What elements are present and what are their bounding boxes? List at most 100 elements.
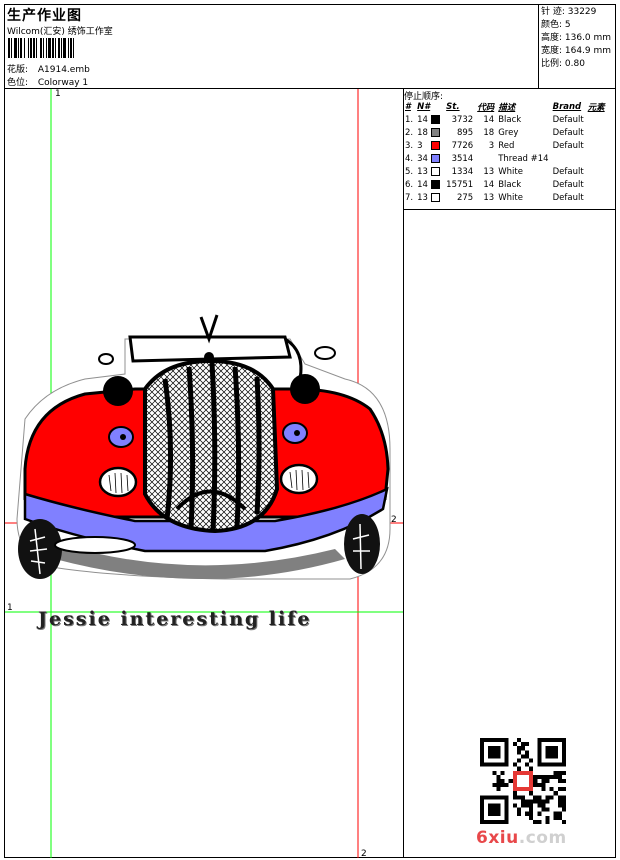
qr-module xyxy=(529,815,534,820)
col-needle: N# xyxy=(417,101,431,112)
color-swatch xyxy=(431,166,441,176)
qr-module xyxy=(545,795,550,800)
qr-module xyxy=(529,811,534,816)
qr-module xyxy=(537,803,542,808)
site-logo-text: 6xiu xyxy=(476,828,519,848)
software-label: Wilcom(汇安) 绣饰工作室 xyxy=(7,27,113,37)
row-index: 6. xyxy=(405,179,414,190)
row-brand: Default xyxy=(552,166,584,177)
qr-module xyxy=(553,811,558,816)
qr-module xyxy=(561,770,566,775)
row-brand: Default xyxy=(552,192,584,203)
row-element xyxy=(586,126,607,139)
qr-module xyxy=(516,811,521,816)
table-row: 3. 3 7726 3 Red Default xyxy=(403,139,607,152)
row-stitches: 15751 xyxy=(446,179,474,190)
qr-module xyxy=(516,795,521,800)
embroidery-preview: 1 2 1 2 xyxy=(5,89,403,858)
row-description: White xyxy=(498,166,523,177)
design-stats: 针 迹: 33229 颜色: 5 高度: 136.0 mm 宽度: 164.9 … xyxy=(541,6,611,71)
stitch-count: 针 迹: 33229 xyxy=(541,7,597,17)
qr-module xyxy=(541,778,546,784)
row-code: 14 xyxy=(483,114,495,125)
row-description: White xyxy=(498,192,523,203)
qr-module xyxy=(545,799,550,804)
qr-module xyxy=(545,807,550,812)
qr-module xyxy=(537,774,542,779)
qr-module xyxy=(533,799,538,804)
qr-module xyxy=(488,746,501,759)
row-code: 3 xyxy=(488,140,495,151)
qr-module xyxy=(516,774,530,788)
right-headlight-center xyxy=(294,430,300,436)
qr-module xyxy=(508,778,513,784)
qr-module xyxy=(529,807,534,812)
row-description: Red xyxy=(498,140,515,151)
row-element xyxy=(586,139,607,152)
design-file: A1914.emb xyxy=(37,65,90,75)
qr-module xyxy=(496,774,501,779)
row-index: 1. xyxy=(405,114,414,125)
row-code: 18 xyxy=(483,127,495,138)
qr-module xyxy=(525,742,530,747)
col-element: 元素 xyxy=(587,102,605,113)
col-brand: Brand xyxy=(552,101,582,112)
qr-module xyxy=(557,787,562,792)
color-swatch xyxy=(431,140,441,150)
row-index: 2. xyxy=(405,127,414,138)
qr-module xyxy=(557,815,562,820)
table-row: 7. 13 275 13 White Default xyxy=(403,191,607,204)
design-scale: 比例: 0.80 xyxy=(541,59,585,69)
row-stitches: 3514 xyxy=(451,153,474,164)
qr-module xyxy=(520,803,526,808)
row-code: 13 xyxy=(483,192,495,203)
design-label: 花版: xyxy=(7,65,29,75)
qr-module xyxy=(537,799,542,804)
qr-module xyxy=(561,807,566,812)
qr-module xyxy=(537,819,542,824)
site-logo[interactable]: 6xiu.com xyxy=(476,828,567,848)
row-element xyxy=(586,191,607,204)
color-swatch xyxy=(431,127,441,137)
qr-module xyxy=(525,803,530,808)
colorway-label: 色位: xyxy=(7,78,29,88)
qr-module xyxy=(492,770,497,775)
col-code: 代码 xyxy=(477,102,495,113)
qr-module xyxy=(545,774,550,779)
guide-mark-1-top: 1 xyxy=(55,89,61,99)
qr-module xyxy=(545,746,558,759)
row-stitches: 3732 xyxy=(451,114,474,125)
qr-module xyxy=(525,754,530,759)
table-row: 5. 13 1334 13 White Default xyxy=(403,165,607,178)
color-count: 颜色: 5 xyxy=(541,20,571,30)
qr-module xyxy=(541,807,546,812)
row-code: 14 xyxy=(483,179,495,190)
col-stitches: St. xyxy=(446,101,460,112)
qr-module xyxy=(512,791,517,796)
color-swatch xyxy=(431,179,441,189)
right-wheel xyxy=(344,514,380,574)
row-stitches: 7726 xyxy=(451,140,474,151)
row-index: 4. xyxy=(405,153,414,164)
qr-module xyxy=(500,783,505,788)
qr-module xyxy=(525,750,530,755)
row-element xyxy=(586,165,607,178)
qr-module xyxy=(529,803,534,808)
right-fog-light xyxy=(279,463,319,495)
qr-module xyxy=(533,778,538,784)
qr-module xyxy=(516,766,521,771)
qr-module xyxy=(516,738,521,743)
qr-module xyxy=(516,750,521,755)
qr-module xyxy=(516,758,521,763)
design-height: 高度: 136.0 mm xyxy=(541,33,612,43)
row-index: 7. xyxy=(405,192,414,203)
qr-module xyxy=(525,762,530,767)
qr-module xyxy=(533,783,538,788)
qr-module xyxy=(516,807,521,812)
row-brand: Default xyxy=(552,114,584,125)
qr-module xyxy=(561,795,566,800)
qr-module xyxy=(496,787,501,792)
qr-module xyxy=(553,770,558,775)
table-row: 4. 34 3514 Thread #14 xyxy=(403,152,607,165)
row-description: Grey xyxy=(498,127,519,138)
